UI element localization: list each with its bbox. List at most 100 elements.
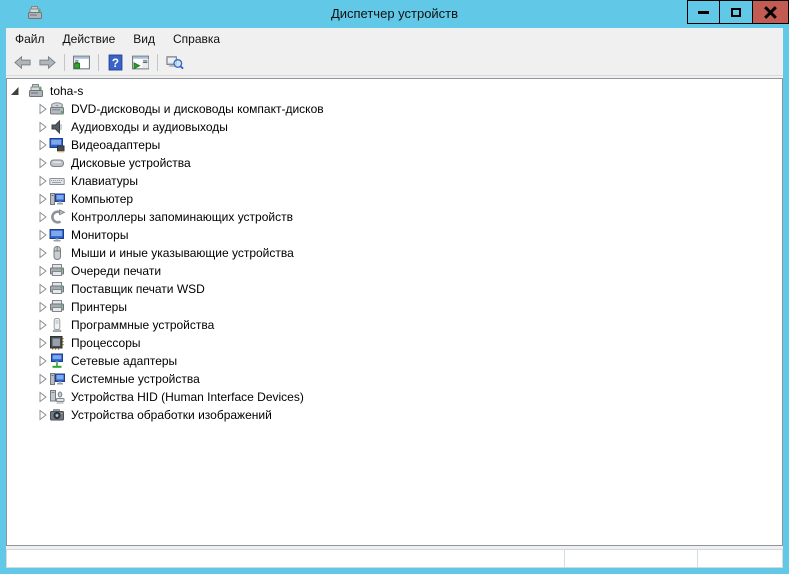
printer-icon [49, 299, 65, 315]
device-manager-window: Диспетчер устройств ФайлДействиеВидСправ… [0, 0, 789, 574]
tree-item-print-queues[interactable]: Очереди печати [7, 262, 782, 280]
tree-item-label: Устройства HID (Human Interface Devices) [71, 388, 304, 406]
toolbar-help-button[interactable]: ? [103, 52, 128, 74]
tree-item-software-devices[interactable]: Программные устройства [7, 316, 782, 334]
toolbar-action-pane-button[interactable] [128, 52, 153, 74]
tree-item-label: Мониторы [71, 226, 128, 244]
expander-collapsed-icon[interactable] [38, 409, 48, 421]
close-icon [764, 6, 777, 19]
expander-collapsed-icon[interactable] [38, 319, 48, 331]
network-adapter-icon [49, 353, 65, 369]
expander-collapsed-icon[interactable] [38, 139, 48, 151]
imaging-device-icon [49, 407, 65, 423]
expander-collapsed-icon[interactable] [38, 301, 48, 313]
toolbar-separator [98, 54, 99, 71]
video-adapter-icon [49, 137, 65, 153]
menubar: ФайлДействиеВидСправка [6, 28, 783, 50]
titlebar: Диспетчер устройств [0, 0, 789, 28]
toolbar: ? [6, 50, 783, 76]
menu-item-view[interactable]: Вид [124, 28, 164, 50]
system-device-icon [49, 371, 65, 387]
help-icon: ? [106, 54, 125, 71]
close-button[interactable] [752, 0, 789, 24]
tree-item-system-devices[interactable]: Системные устройства [7, 370, 782, 388]
toolbar-show-console-tree-button[interactable] [69, 52, 94, 74]
keyboard-icon [49, 173, 65, 189]
computer-root-icon [28, 83, 44, 99]
tree-item-storage-controllers[interactable]: Контроллеры запоминающих устройств [7, 208, 782, 226]
expander-collapsed-icon[interactable] [38, 265, 48, 277]
tree-item-label: Контроллеры запоминающих устройств [71, 208, 293, 226]
statusbar-section-2 [564, 550, 697, 567]
printer-icon [49, 281, 65, 297]
computer-icon [49, 191, 65, 207]
tree-item-dvd-drives[interactable]: DVD-дисководы и дисководы компакт-дисков [7, 100, 782, 118]
expander-collapsed-icon[interactable] [38, 337, 48, 349]
tree-item-computer[interactable]: Компьютер [7, 190, 782, 208]
tree-item-monitors[interactable]: Мониторы [7, 226, 782, 244]
minimize-button[interactable] [687, 0, 720, 24]
statusbar-section-3 [697, 550, 782, 567]
hid-device-icon [49, 389, 65, 405]
software-device-icon [49, 317, 65, 333]
tree-root-computer[interactable]: toha-s [7, 82, 782, 100]
toolbar-forward-button[interactable] [35, 52, 60, 74]
expander-collapsed-icon[interactable] [38, 157, 48, 169]
device-tree: toha-s DVD-дисководы и дисководы компакт… [6, 78, 783, 546]
toolbar-back-button[interactable] [10, 52, 35, 74]
monitor-icon [49, 227, 65, 243]
tree-item-label: Устройства обработки изображений [71, 406, 272, 424]
tree-item-processors[interactable]: Процессоры [7, 334, 782, 352]
expander-collapsed-icon[interactable] [38, 373, 48, 385]
audio-icon [49, 119, 65, 135]
toolbar-separator [157, 54, 158, 71]
tree-item-printers[interactable]: Принтеры [7, 298, 782, 316]
menu-item-file[interactable]: Файл [6, 28, 54, 50]
svg-text:?: ? [112, 57, 119, 70]
statusbar [6, 549, 783, 568]
tree-item-disk-drives[interactable]: Дисковые устройства [7, 154, 782, 172]
action-pane-icon [131, 54, 150, 71]
tree-item-video-adapters[interactable]: Видеоадаптеры [7, 136, 782, 154]
expander-collapsed-icon[interactable] [38, 229, 48, 241]
expander-collapsed-icon[interactable] [38, 391, 48, 403]
tree-item-audio-inputs-outputs[interactable]: Аудиовходы и аудиовыходы [7, 118, 782, 136]
expander-collapsed-icon[interactable] [38, 211, 48, 223]
tree-item-label: Принтеры [71, 298, 127, 316]
menu-item-action[interactable]: Действие [54, 28, 125, 50]
expander-collapsed-icon[interactable] [38, 355, 48, 367]
tree-item-label: DVD-дисководы и дисководы компакт-дисков [71, 100, 324, 118]
expander-collapsed-icon[interactable] [38, 121, 48, 133]
toolbar-scan-hardware-changes-button[interactable] [162, 52, 187, 74]
window-title: Диспетчер устройств [0, 0, 789, 27]
window-content: ФайлДействиеВидСправка ? toha-s DVD-диск… [6, 28, 783, 568]
back-arrow-icon [13, 54, 32, 71]
window-controls [688, 0, 789, 24]
printer-icon [49, 263, 65, 279]
mouse-icon [49, 245, 65, 261]
maximize-button[interactable] [719, 0, 753, 24]
tree-item-imaging-devices[interactable]: Устройства обработки изображений [7, 406, 782, 424]
scan-hardware-icon [165, 54, 184, 71]
tree-item-wsd-print-provider[interactable]: Поставщик печати WSD [7, 280, 782, 298]
tree-item-mice-pointing-devices[interactable]: Мыши и иные указывающие устройства [7, 244, 782, 262]
tree-children: DVD-дисководы и дисководы компакт-дисков… [7, 100, 782, 424]
minimize-icon [698, 11, 709, 14]
expander-collapsed-icon[interactable] [38, 103, 48, 115]
expander-collapsed-icon[interactable] [38, 283, 48, 295]
expander-expanded-icon[interactable] [10, 85, 20, 97]
expander-collapsed-icon[interactable] [38, 193, 48, 205]
tree-item-label: Программные устройства [71, 316, 214, 334]
tree-item-label: Мыши и иные указывающие устройства [71, 244, 294, 262]
tree-item-label: Дисковые устройства [71, 154, 191, 172]
disk-drive-icon [49, 155, 65, 171]
expander-collapsed-icon[interactable] [38, 247, 48, 259]
expander-collapsed-icon[interactable] [38, 175, 48, 187]
tree-item-label: Поставщик печати WSD [71, 280, 205, 298]
tree-item-hid-devices[interactable]: Устройства HID (Human Interface Devices) [7, 388, 782, 406]
dvd-drive-icon [49, 101, 65, 117]
menu-item-help[interactable]: Справка [164, 28, 229, 50]
statusbar-section-1 [7, 550, 564, 567]
tree-item-keyboards[interactable]: Клавиатуры [7, 172, 782, 190]
tree-item-network-adapters[interactable]: Сетевые адаптеры [7, 352, 782, 370]
